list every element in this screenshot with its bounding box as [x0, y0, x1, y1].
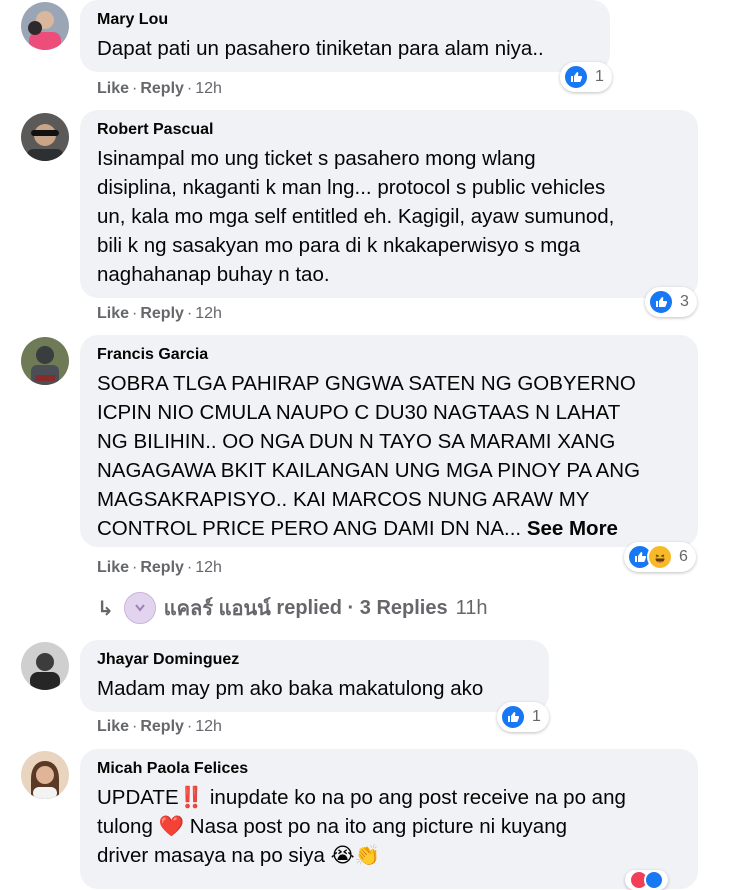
like-icon: [648, 289, 674, 315]
view-replies-link[interactable]: ↳ แคลร์ แอนน์ replied · 3 Replies 11h: [97, 592, 488, 624]
comment-bubble: Micah Paola Felices UPDATE‼️ inupdate ko…: [80, 749, 698, 889]
comment-bubble: Mary Lou Dapat pati un pasahero tiniketa…: [80, 0, 610, 72]
comment-author[interactable]: Robert Pascual: [97, 120, 682, 140]
avatar: [123, 592, 156, 624]
heart-emoji: ❤️: [158, 815, 185, 838]
reaction-summary[interactable]: 3: [645, 287, 697, 317]
reply-link[interactable]: Reply: [140, 80, 184, 97]
comment-author[interactable]: Micah Paola Felices: [97, 759, 682, 779]
reaction-summary[interactable]: 1: [560, 62, 612, 92]
like-link[interactable]: Like: [97, 80, 129, 97]
comment-author[interactable]: Mary Lou: [97, 10, 594, 30]
comment-text-part: UPDATE: [97, 786, 179, 809]
comment-author[interactable]: Francis Garcia: [97, 345, 682, 365]
comment-actions: Like · Reply · 12h: [97, 79, 222, 99]
comment-text: SOBRA TLGA PAHIRAP GNGWA SATEN NG GOBYER…: [97, 369, 682, 543]
reaction-count: 1: [532, 708, 541, 725]
like-link[interactable]: Like: [97, 559, 129, 576]
like-icon: [644, 870, 664, 890]
reaction-count: 6: [679, 548, 688, 565]
separator: ·: [132, 80, 138, 97]
separator: ·: [347, 596, 355, 619]
reply-author[interactable]: แคลร์ แอนน์: [164, 592, 271, 624]
comment-text: UPDATE‼️ inupdate ko na po ang post rece…: [97, 783, 682, 870]
reaction-summary[interactable]: [625, 870, 668, 890]
reply-arrow-icon: ↳: [97, 597, 114, 620]
avatar[interactable]: [21, 337, 69, 385]
see-more-link[interactable]: See More: [527, 517, 618, 540]
separator: ·: [132, 559, 138, 576]
reaction-count: 3: [680, 293, 689, 310]
separator: ·: [132, 305, 138, 322]
comment-text: Dapat pati un pasahero tiniketan para al…: [97, 37, 544, 60]
like-link[interactable]: Like: [97, 305, 129, 322]
comment-timestamp[interactable]: 12h: [195, 305, 222, 322]
crying-clapping-emoji: 😭👏: [330, 844, 381, 867]
comment-timestamp[interactable]: 12h: [195, 559, 222, 576]
comment-actions: Like · Reply · 12h: [97, 304, 222, 324]
like-icon: [500, 704, 526, 730]
comment-bubble: Francis Garcia SOBRA TLGA PAHIRAP GNGWA …: [80, 335, 698, 547]
reply-link[interactable]: Reply: [140, 559, 184, 576]
comment-text: Isinampal mo ung ticket s pasahero mong …: [97, 147, 615, 286]
comment-actions: Like · Reply · 12h: [97, 558, 222, 578]
comment-timestamp[interactable]: 12h: [195, 718, 222, 735]
separator: ·: [186, 718, 193, 735]
avatar[interactable]: [21, 113, 69, 161]
reaction-summary[interactable]: 1: [497, 702, 549, 732]
haha-icon: [647, 544, 673, 570]
separator: ·: [186, 559, 193, 576]
comment-actions: Like · Reply · 12h: [97, 717, 222, 737]
replied-label: replied: [276, 596, 342, 619]
avatar[interactable]: [21, 2, 69, 50]
comment-text-body: SOBRA TLGA PAHIRAP GNGWA SATEN NG GOBYER…: [97, 372, 641, 540]
avatar[interactable]: [21, 642, 69, 690]
reply-timestamp: 11h: [455, 596, 488, 619]
separator: ·: [132, 718, 138, 735]
reply-link[interactable]: Reply: [140, 305, 184, 322]
comment-bubble: Robert Pascual Isinampal mo ung ticket s…: [80, 110, 698, 298]
avatar[interactable]: [21, 751, 69, 799]
double-exclamation-emoji: ‼️: [178, 786, 205, 809]
comment-timestamp[interactable]: 12h: [195, 80, 222, 97]
separator: ·: [186, 305, 193, 322]
like-icon: [563, 64, 589, 90]
reaction-count: 1: [595, 68, 604, 85]
separator: ·: [186, 80, 193, 97]
reaction-summary[interactable]: 6: [624, 542, 696, 572]
comment-text: Madam may pm ako baka makatulong ako: [97, 677, 484, 700]
comment-author[interactable]: Jhayar Dominguez: [97, 650, 533, 670]
reply-count[interactable]: 3 Replies: [360, 597, 448, 620]
like-link[interactable]: Like: [97, 718, 129, 735]
comment-bubble: Jhayar Dominguez Madam may pm ako baka m…: [80, 640, 549, 712]
reply-link[interactable]: Reply: [140, 718, 184, 735]
